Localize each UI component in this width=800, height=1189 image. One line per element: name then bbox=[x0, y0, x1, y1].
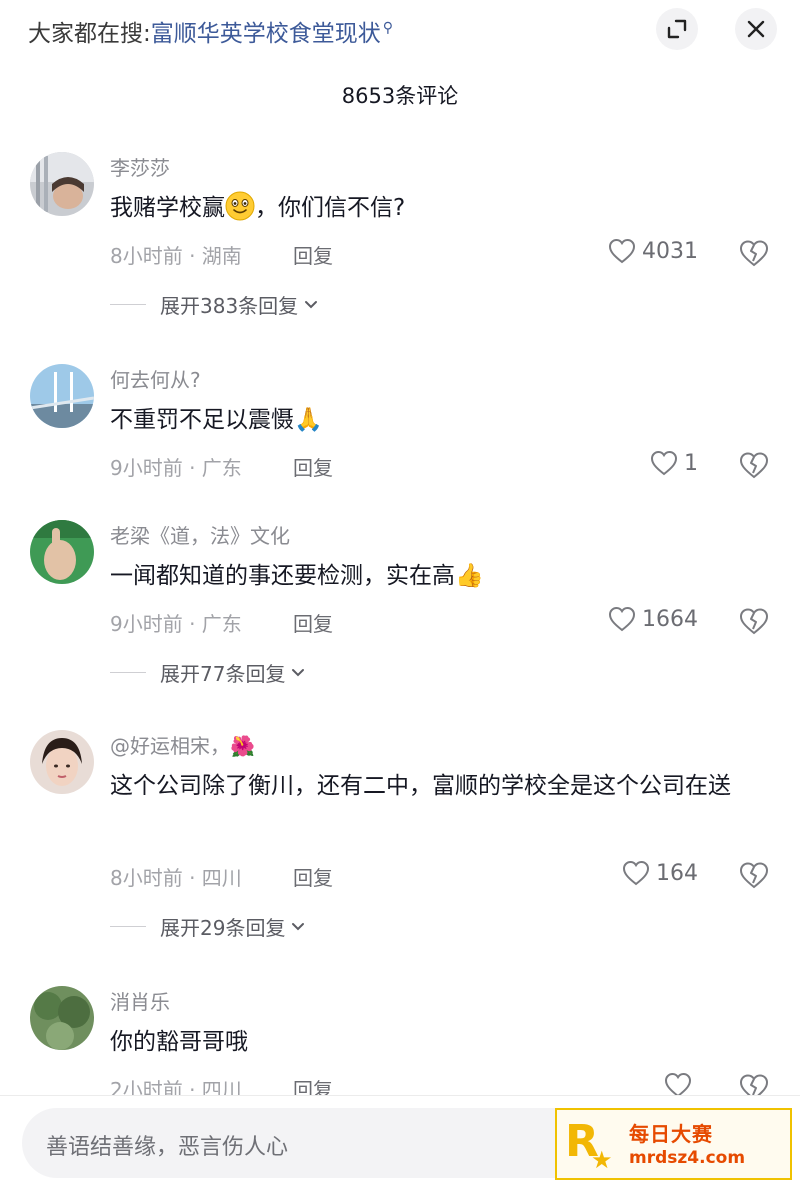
search-query-link[interactable]: 富顺华英学校食堂现状 bbox=[151, 21, 381, 47]
comment-meta: 9小时前 · 广东 bbox=[110, 612, 242, 636]
like-button[interactable]: 1 bbox=[650, 450, 698, 476]
reply-button[interactable]: 回复 bbox=[293, 862, 333, 891]
comment-username[interactable]: 老梁《道，法》文化 bbox=[110, 520, 290, 549]
reply-button[interactable]: 回复 bbox=[293, 608, 333, 637]
comment-username[interactable]: 消肖乐 bbox=[110, 986, 170, 1015]
comment-count-title: 8653条评论 bbox=[341, 84, 459, 108]
like-count: 1 bbox=[684, 450, 698, 476]
divider-line bbox=[110, 926, 146, 927]
avatar[interactable] bbox=[30, 986, 94, 1050]
comment-text: 我赌学校赢 ，你们信不信? bbox=[110, 186, 770, 230]
reply-button[interactable]: 回复 bbox=[293, 452, 333, 481]
comment-input-placeholder: 善语结善缘，恶言伤人心 bbox=[46, 1135, 289, 1160]
avatar[interactable] bbox=[30, 520, 94, 584]
like-button[interactable]: 4031 bbox=[608, 238, 698, 264]
comment-text-part: ，你们信不信? bbox=[255, 195, 406, 221]
expand-replies-label: 展开29条回复 bbox=[160, 916, 286, 940]
close-icon bbox=[747, 20, 765, 38]
expand-replies-button[interactable]: 展开29条回复 bbox=[110, 912, 305, 941]
dislike-button[interactable] bbox=[738, 239, 770, 271]
watermark-logo: R ★ 每日大赛 mrdsz4.com bbox=[555, 1108, 792, 1180]
expand-icon bbox=[667, 19, 687, 39]
comment-text: 不重罚不足以震慑🙏 bbox=[110, 407, 323, 433]
reply-button[interactable]: 回复 bbox=[293, 240, 333, 269]
search-suggestion[interactable]: 大家都在搜:富顺华英学校食堂现状 ⚲ bbox=[28, 14, 393, 48]
heart-icon bbox=[650, 450, 678, 476]
smile-emoji-icon bbox=[225, 191, 255, 221]
broken-heart-icon bbox=[739, 452, 769, 479]
watermark-title: 每日大赛 bbox=[629, 1122, 713, 1146]
like-button[interactable]: 164 bbox=[622, 860, 698, 886]
like-count: 164 bbox=[656, 860, 698, 886]
like-count: 1664 bbox=[642, 606, 698, 632]
search-icon: ⚲ bbox=[382, 20, 394, 36]
broken-heart-icon bbox=[739, 240, 769, 267]
star-icon: ★ bbox=[591, 1146, 613, 1174]
watermark-url: mrdsz4.com bbox=[629, 1148, 746, 1168]
expand-replies-label: 展开77条回复 bbox=[160, 662, 286, 686]
comment-meta: 9小时前 · 广东 bbox=[110, 456, 242, 480]
avatar[interactable] bbox=[30, 730, 94, 794]
close-button[interactable] bbox=[735, 8, 777, 50]
comment-meta: 8小时前 · 四川 bbox=[110, 866, 242, 890]
heart-icon bbox=[622, 860, 650, 886]
expand-replies-label: 展开383条回复 bbox=[160, 294, 299, 318]
comment-text: 一闻都知道的事还要检测，实在高👍 bbox=[110, 563, 484, 589]
chevron-down-icon bbox=[292, 668, 305, 676]
comment-username[interactable]: @好运相宋，🌺 bbox=[110, 730, 255, 759]
search-prefix: 大家都在搜: bbox=[28, 21, 151, 47]
avatar[interactable] bbox=[30, 364, 94, 428]
chevron-down-icon bbox=[305, 300, 318, 308]
dislike-button[interactable] bbox=[738, 861, 770, 893]
expand-replies-button[interactable]: 展开383条回复 bbox=[110, 290, 318, 319]
dislike-button[interactable] bbox=[738, 607, 770, 639]
chevron-down-icon bbox=[292, 922, 305, 930]
comment-username[interactable]: 何去何从? bbox=[110, 364, 201, 393]
comment-text-part: 我赌学校赢 bbox=[110, 195, 225, 221]
comment-username[interactable]: 李莎莎 bbox=[110, 152, 170, 181]
divider-line bbox=[110, 672, 146, 673]
avatar[interactable] bbox=[30, 152, 94, 216]
like-count: 4031 bbox=[642, 238, 698, 264]
comment-meta: 8小时前 · 湖南 bbox=[110, 244, 242, 268]
top-bar: 大家都在搜:富顺华英学校食堂现状 ⚲ bbox=[0, 0, 800, 62]
broken-heart-icon bbox=[739, 862, 769, 889]
heart-icon bbox=[608, 238, 636, 264]
divider-line bbox=[110, 304, 146, 305]
comment-text: 这个公司除了衡川，还有二中，富顺的学校全是这个公司在送 bbox=[110, 773, 731, 799]
expand-replies-button[interactable]: 展开77条回复 bbox=[110, 658, 305, 687]
comment-text: 你的豁哥哥哦 bbox=[110, 1029, 248, 1055]
like-button[interactable]: 1664 bbox=[608, 606, 698, 632]
heart-icon bbox=[608, 606, 636, 632]
expand-button[interactable] bbox=[656, 8, 698, 50]
dislike-button[interactable] bbox=[738, 451, 770, 483]
broken-heart-icon bbox=[739, 608, 769, 635]
